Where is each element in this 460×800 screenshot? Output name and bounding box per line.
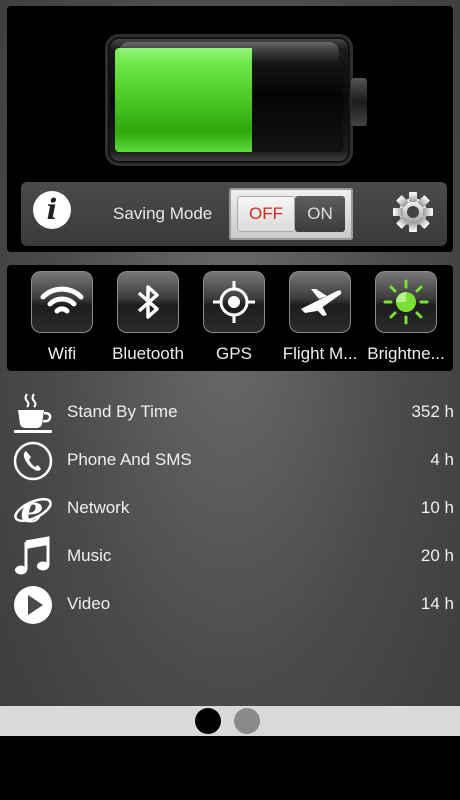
internet-explorer-icon: e: [14, 489, 52, 530]
usage-label: Stand By Time: [67, 402, 178, 421]
toggle-on-label[interactable]: ON: [295, 196, 345, 232]
page-dot-1[interactable]: [195, 708, 221, 734]
info-icon[interactable]: i: [33, 191, 71, 229]
bluetooth-button[interactable]: [117, 271, 179, 333]
wifi-label: Wifi: [47, 344, 77, 363]
toggle-wifi[interactable]: Wifi: [22, 271, 102, 364]
toggle-gps[interactable]: GPS: [194, 271, 274, 364]
page-indicator: [0, 706, 460, 736]
saving-mode-bar: i Saving Mode OFF ON: [21, 182, 447, 246]
battery-body: [105, 34, 353, 166]
usage-label: Phone And SMS: [67, 450, 192, 469]
toggle-brightness[interactable]: Brightne...: [366, 271, 446, 364]
usage-label: Network: [67, 498, 130, 517]
airplane-icon: [301, 289, 342, 316]
usage-label: Video: [67, 594, 111, 613]
usage-value: 352 h: [411, 402, 454, 421]
brightness-button[interactable]: [375, 271, 437, 333]
battery-tip: [351, 78, 367, 126]
wifi-button[interactable]: [31, 271, 93, 333]
usage-value: 10 h: [420, 498, 454, 517]
battery-graphic: [105, 34, 367, 170]
toggle-bluetooth[interactable]: Bluetooth: [108, 271, 188, 364]
usage-value: 14 h: [420, 594, 454, 613]
flight-mode-button[interactable]: [289, 271, 351, 333]
quick-toggles-panel: Wifi Bluetooth GPS Flight M... Brightne.…: [7, 265, 453, 371]
saving-mode-label: Saving Mode: [113, 204, 213, 223]
gear-icon[interactable]: [391, 190, 435, 234]
gps-icon: [213, 281, 255, 323]
usage-row-music: Music 20 h: [0, 534, 460, 578]
wifi-icon: [40, 286, 84, 314]
gps-button[interactable]: [203, 271, 265, 333]
coffee-cup-icon: [14, 393, 52, 433]
page-dot-2[interactable]: [234, 708, 260, 734]
usage-row-phone: Phone And SMS 4 h: [0, 438, 460, 482]
brightness-label: Brightne...: [367, 344, 445, 363]
svg-text:e: e: [21, 489, 44, 530]
bluetooth-icon: [137, 285, 159, 319]
flight-mode-label: Flight M...: [282, 344, 358, 363]
usage-label: Music: [67, 546, 112, 565]
battery-shine: [119, 42, 339, 64]
phone-icon: [13, 441, 53, 481]
bluetooth-label: Bluetooth: [112, 344, 184, 363]
usage-row-video: Video 14 h: [0, 582, 460, 626]
play-icon: [14, 586, 52, 624]
usage-value: 4 h: [430, 450, 454, 469]
music-note-icon: [15, 536, 50, 575]
toggle-flight-mode[interactable]: Flight M...: [280, 271, 360, 364]
usage-row-standby: Stand By Time 352 h: [0, 390, 460, 434]
bottom-area: [0, 736, 460, 800]
saving-mode-toggle[interactable]: OFF ON: [229, 188, 353, 240]
usage-row-network: e Network 10 h: [0, 486, 460, 530]
gps-label: GPS: [216, 344, 252, 363]
usage-value: 20 h: [420, 546, 454, 565]
brightness-icon: [383, 279, 429, 325]
toggle-off-label[interactable]: OFF: [237, 196, 295, 232]
